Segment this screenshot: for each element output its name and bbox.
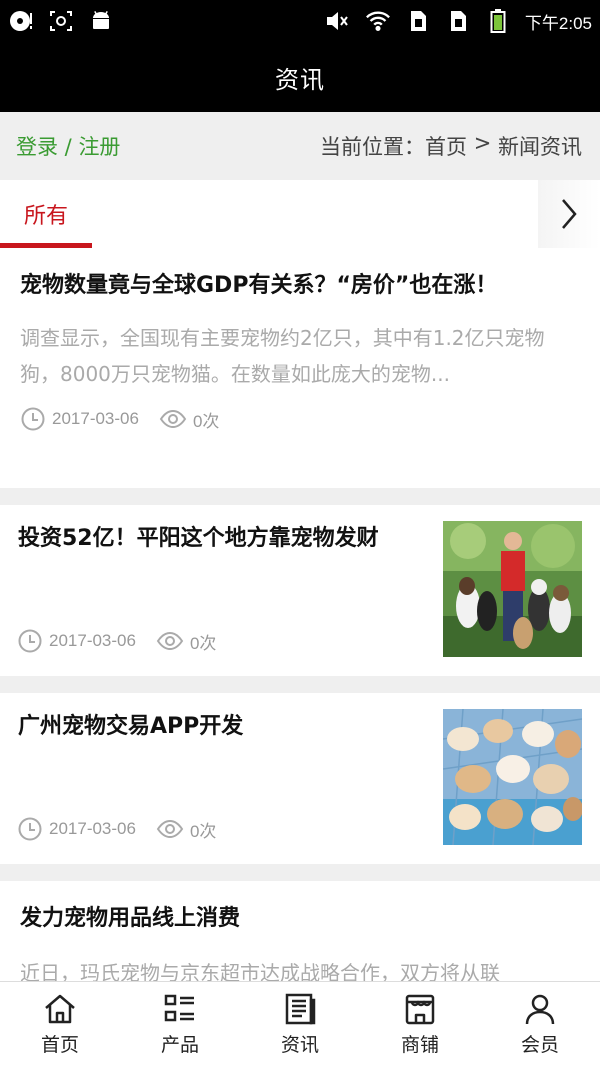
wifi-icon: [365, 8, 391, 34]
register-link[interactable]: 注册: [78, 135, 120, 159]
nav-news[interactable]: 资讯: [240, 982, 360, 1067]
news-item[interactable]: 投资52亿！平阳这个地方靠宠物发财 2017-03-06 0次: [0, 505, 600, 676]
news-title: 发力宠物用品线上消费: [20, 906, 241, 931]
news-title: 投资52亿！平阳这个地方靠宠物发财: [18, 526, 379, 551]
product-list-icon: [163, 992, 197, 1026]
clock-icon: [17, 628, 43, 654]
eye-icon: [159, 406, 187, 432]
divider: [0, 488, 600, 505]
login-separator: /: [58, 135, 79, 159]
tabs-more-button[interactable]: [538, 180, 600, 248]
news-summary: 调查显示，全国现有主要宠物约2亿只，其中有1.2亿只宠物狗，8000万只宠物猫。…: [20, 326, 545, 386]
store-icon: [403, 992, 437, 1026]
news-meta: 2017-03-06 0次: [17, 816, 216, 842]
news-date: 2017-03-06: [49, 631, 136, 650]
breadcrumb-prefix: 当前位置：: [320, 135, 426, 159]
record-icon: [8, 8, 34, 34]
news-icon: [283, 992, 317, 1026]
news-meta: 2017-03-06 0次: [20, 406, 580, 432]
news-feed: 宠物数量竟与全球GDP有关系？“房价”也在涨！ 调查显示，全国现有主要宠物约2亿…: [0, 248, 600, 1021]
news-title: 宠物数量竟与全球GDP有关系？“房价”也在涨！: [20, 273, 498, 298]
tab-all[interactable]: 所有: [0, 180, 92, 248]
member-icon: [523, 992, 557, 1026]
news-item[interactable]: 广州宠物交易APP开发 2017-03-06 0次: [0, 693, 600, 864]
nav-store-label: 商铺: [400, 1034, 439, 1056]
location-bar: 登录 / 注册 当前位置： 首页 > 新闻资讯: [0, 112, 600, 180]
news-date: 2017-03-06: [49, 819, 136, 838]
bottom-navigation: 首页 产品 资讯 商铺 会员: [0, 981, 600, 1067]
clock-icon: [17, 816, 43, 842]
home-icon: [43, 992, 77, 1026]
android-icon: [88, 8, 114, 34]
nav-member[interactable]: 会员: [480, 982, 600, 1067]
sim1-icon: [405, 8, 431, 34]
breadcrumb-current: 新闻资讯: [498, 135, 582, 159]
status-left-icons: [8, 8, 114, 34]
mute-icon: [325, 8, 351, 34]
breadcrumb-home-link[interactable]: 首页: [425, 131, 467, 161]
eye-icon: [156, 628, 184, 654]
nav-news-label: 资讯: [280, 1034, 319, 1056]
divider: [0, 676, 600, 693]
news-title: 广州宠物交易APP开发: [18, 714, 244, 739]
category-tabs: 所有: [0, 180, 600, 248]
nav-member-label: 会员: [520, 1034, 559, 1056]
news-views: 0次: [192, 411, 220, 431]
news-item[interactable]: 宠物数量竟与全球GDP有关系？“房价”也在涨！ 调查显示，全国现有主要宠物约2亿…: [0, 248, 600, 488]
news-date: 2017-03-06: [52, 409, 139, 428]
news-views: 0次: [189, 633, 217, 653]
nav-home-label: 首页: [40, 1034, 79, 1056]
news-thumbnail: [443, 521, 582, 657]
nav-home[interactable]: 首页: [0, 982, 120, 1067]
clock-icon: [20, 406, 46, 432]
screenshot-icon: [48, 8, 74, 34]
status-bar: 下午2:05: [0, 0, 600, 42]
battery-icon: [485, 8, 511, 34]
status-right-icons: 下午2:05: [325, 8, 592, 34]
news-views: 0次: [189, 821, 217, 841]
page-title: 资讯: [275, 65, 325, 94]
breadcrumb: 当前位置： 首页 > 新闻资讯: [320, 131, 582, 161]
status-time: 下午2:05: [524, 13, 592, 33]
chevron-right-icon: [559, 197, 579, 231]
news-thumbnail: [442, 708, 583, 846]
nav-store[interactable]: 商铺: [360, 982, 480, 1067]
login-link[interactable]: 登录: [16, 135, 58, 159]
breadcrumb-arrow: >: [467, 131, 498, 155]
eye-icon: [156, 816, 184, 842]
sim2-icon: [445, 8, 471, 34]
news-meta: 2017-03-06 0次: [17, 628, 216, 654]
nav-products-label: 产品: [160, 1034, 199, 1056]
header: 资讯: [0, 42, 600, 112]
divider: [0, 864, 600, 881]
tab-all-label: 所有: [23, 204, 68, 229]
nav-products[interactable]: 产品: [120, 982, 240, 1067]
login-register: 登录 / 注册: [16, 131, 120, 161]
